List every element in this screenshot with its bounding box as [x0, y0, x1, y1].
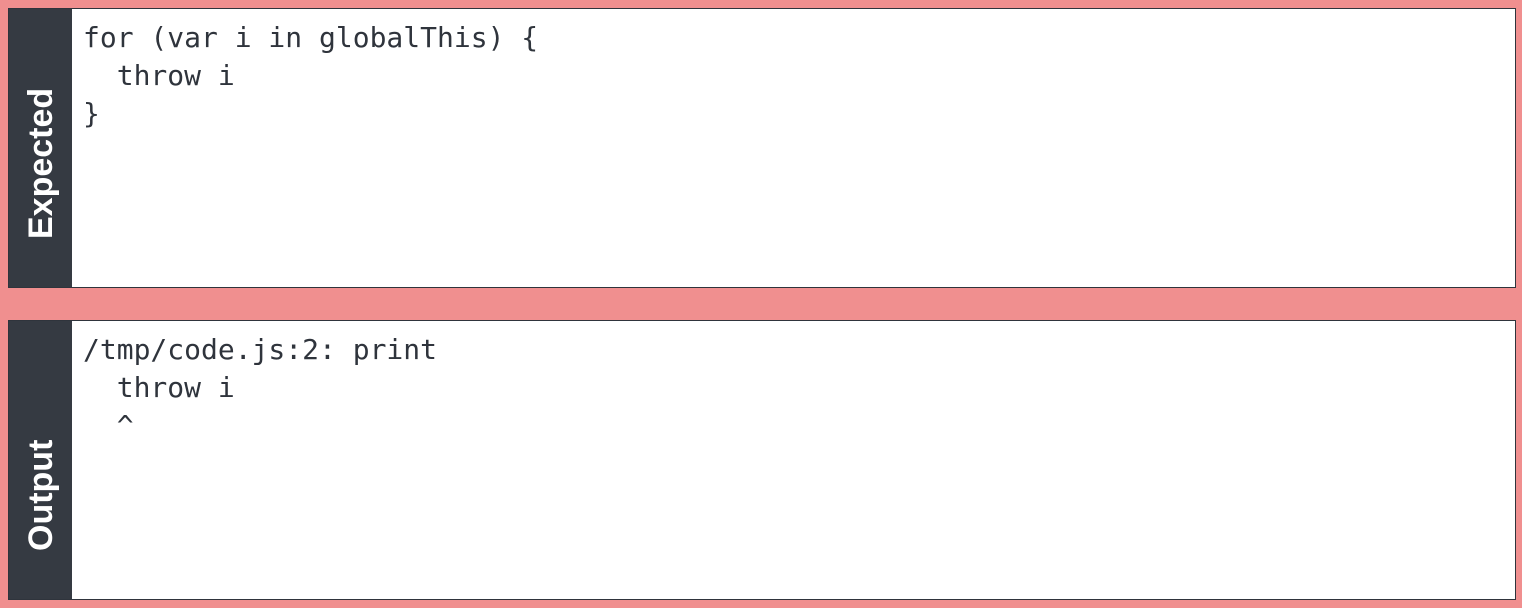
expected-code-line: for (var i in globalThis) { [83, 21, 539, 54]
output-code-line: ^ [83, 409, 134, 442]
expected-code: for (var i in globalThis) { throw i} [83, 19, 1507, 279]
output-code-line: /tmp/code.js:2: print [83, 333, 438, 366]
output-code: /tmp/code.js:2: print throw i ^ [83, 331, 1507, 591]
expected-code-line: } [83, 97, 100, 130]
expected-label-bar: Expected [9, 9, 72, 287]
expected-label: Expected [21, 87, 60, 239]
output-code-line: throw i [83, 371, 235, 404]
expected-panel: Expected for (var i in globalThis) { thr… [8, 8, 1516, 288]
output-label: Output [21, 439, 60, 551]
output-label-bar: Output [9, 321, 72, 599]
output-panel: Output /tmp/code.js:2: print throw i ^ [8, 320, 1516, 600]
expected-code-line: throw i [83, 59, 235, 92]
